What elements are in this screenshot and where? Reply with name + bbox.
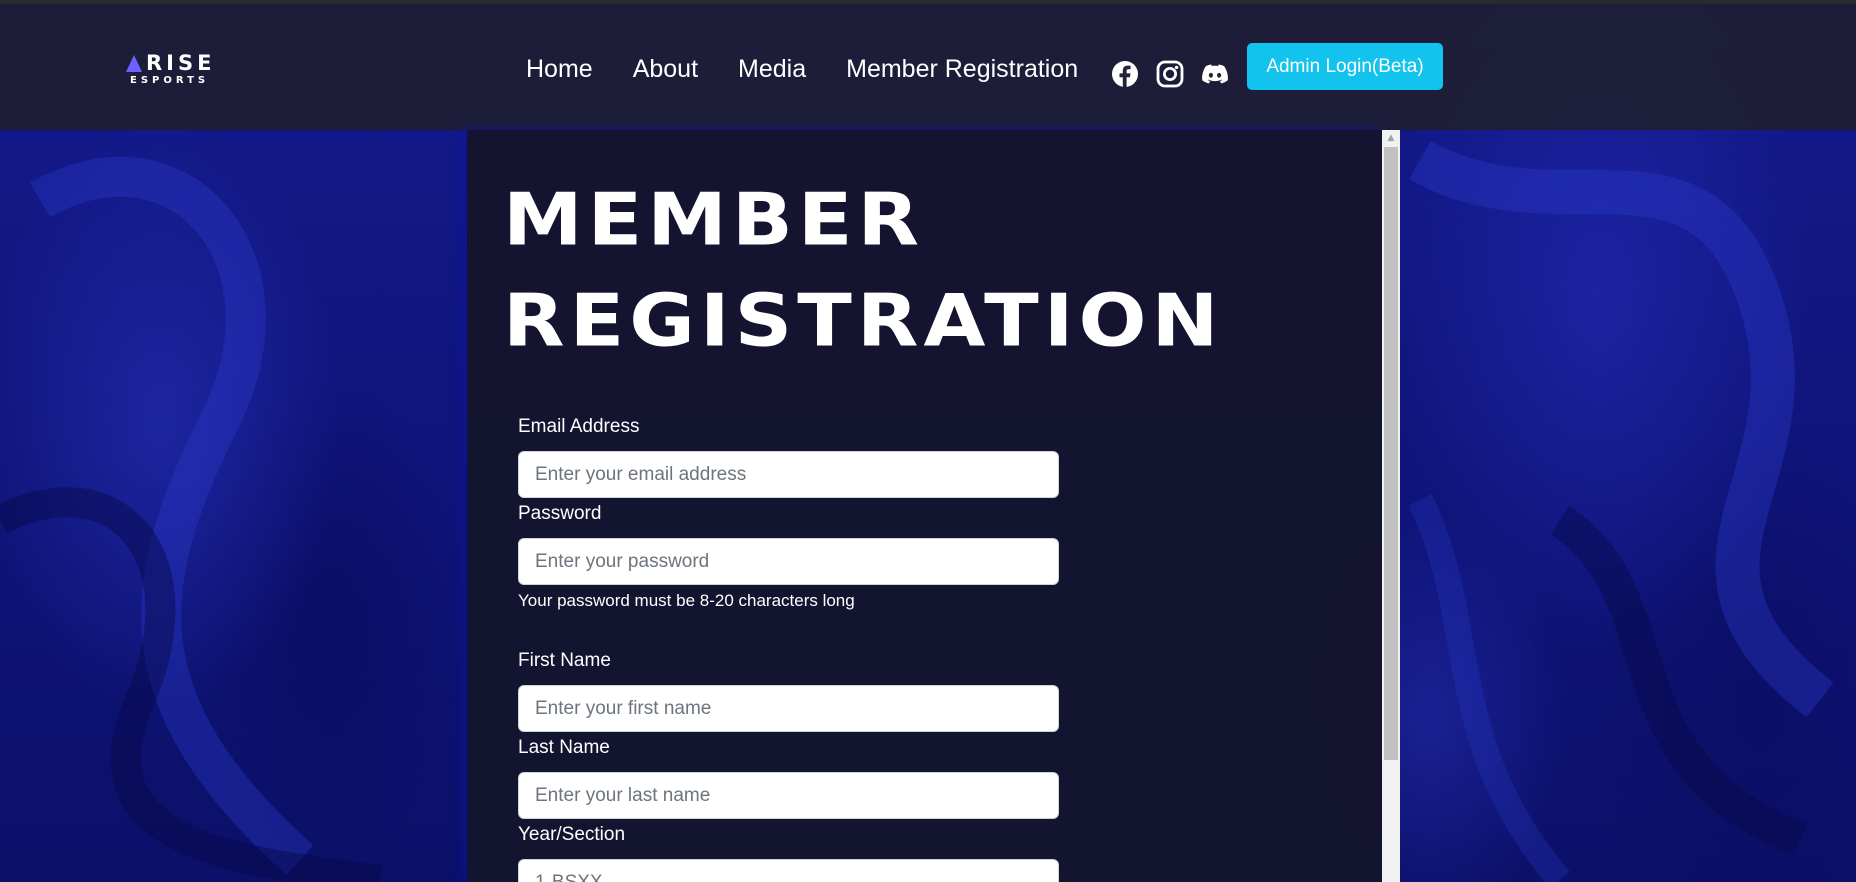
title-line-2: REGISTRATION [503, 278, 1224, 363]
brand-logo[interactable]: RISE ESPORTS [126, 52, 216, 92]
last-name-label: Last Name [518, 737, 610, 758]
nav-link-about[interactable]: About [633, 54, 698, 84]
scroll-up-arrow-icon[interactable]: ▲ [1382, 130, 1400, 146]
email-field[interactable] [518, 451, 1059, 498]
email-label: Email Address [518, 416, 640, 437]
first-name-label: First Name [518, 650, 611, 671]
main-nav: Home About Media Member Registration [526, 54, 1078, 84]
year-section-label: Year/Section [518, 824, 626, 845]
password-label: Password [518, 503, 602, 524]
instagram-icon[interactable] [1156, 60, 1184, 88]
last-name-field[interactable] [518, 772, 1059, 819]
logo-subtext: ESPORTS [130, 75, 210, 86]
navbar: RISE ESPORTS Home About Media Member Reg… [0, 4, 1856, 130]
logo-a-icon [126, 55, 142, 72]
logo-wordmark: RISE [126, 52, 216, 74]
discord-icon[interactable] [1201, 60, 1229, 88]
title-line-1: MEMBER [503, 178, 925, 262]
first-name-field[interactable] [518, 685, 1059, 732]
password-hint: Your password must be 8-20 characters lo… [518, 591, 855, 610]
nav-link-member-registration[interactable]: Member Registration [846, 54, 1078, 84]
nav-link-home[interactable]: Home [526, 54, 593, 84]
logo-top-text: RISE [146, 51, 216, 75]
admin-login-button[interactable]: Admin Login(Beta) [1247, 43, 1443, 90]
year-section-field[interactable] [518, 859, 1059, 882]
password-field[interactable] [518, 538, 1059, 585]
scroll-thumb[interactable] [1384, 147, 1398, 760]
facebook-icon[interactable] [1111, 60, 1139, 88]
page-title: MEMBER REGISTRATION [503, 170, 1223, 372]
nav-link-media[interactable]: Media [738, 54, 806, 84]
panel-scrollbar[interactable]: ▲ [1382, 130, 1400, 882]
registration-panel: MEMBER REGISTRATION Email Address Passwo… [467, 130, 1382, 882]
